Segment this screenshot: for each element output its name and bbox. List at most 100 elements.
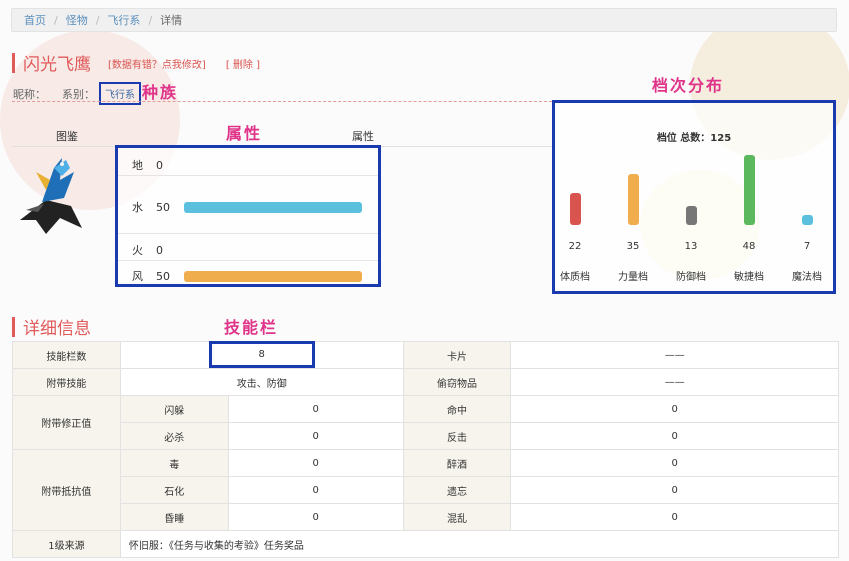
skills-label: 附带技能: [12, 368, 121, 396]
table-row: 附带修正值 闪躲 0 命中 0: [12, 395, 839, 450]
table-row: 附带抵抗值 毒 0 醉酒 0: [12, 449, 839, 531]
detail-title: 详细信息: [23, 319, 91, 339]
skill-slots-value: 8: [208, 341, 315, 368]
attribute-bar-track: [184, 160, 362, 171]
grade-label: 防御档: [676, 272, 706, 283]
table-row: 附带技能 攻击、防御 偷窃物品 ——: [12, 368, 839, 396]
stat-name: 醉酒: [402, 449, 512, 477]
attribute-name: 水: [132, 201, 143, 214]
stat-value: 0: [510, 449, 839, 477]
attribute-column-header: 属性: [352, 130, 374, 143]
grade-bar: [686, 206, 697, 225]
monster-image: [20, 158, 82, 234]
grade-label: 魔法档: [792, 272, 822, 283]
attribute-value: 50: [156, 200, 170, 214]
stat-value: 0: [227, 395, 404, 423]
stat-name: 石化: [119, 476, 229, 504]
delete-link[interactable]: [ 删除 ]: [226, 56, 260, 71]
monster-name: 闪光飞鹰: [23, 55, 91, 75]
card-value: ——: [510, 341, 839, 369]
title-accent-bar: [12, 52, 15, 73]
source-label: 1级来源: [12, 530, 121, 558]
image-column-header: 图鉴: [56, 130, 78, 143]
table-row: 技能栏数 8 卡片 ——: [12, 341, 839, 369]
stat-name: 必杀: [119, 422, 229, 450]
breadcrumb-home-link[interactable]: 首页: [24, 12, 46, 28]
grade-bar: [802, 214, 813, 225]
stat-value: 0: [510, 476, 839, 504]
grade-bar: [570, 192, 581, 225]
dashed-divider: [12, 101, 552, 102]
breadcrumb-current: 详情: [160, 14, 183, 27]
grade-label: 体质档: [560, 272, 590, 283]
skill-slots-label: 技能栏数: [12, 341, 121, 369]
attribute-row-fire: 火 0: [118, 242, 378, 258]
grade-value: 48: [742, 241, 756, 252]
breadcrumb-monster-link[interactable]: 怪物: [66, 12, 88, 28]
stat-name: 毒: [119, 449, 229, 477]
stat-name: 命中: [402, 395, 512, 423]
race-label: 系别：: [62, 87, 95, 101]
grade-value: 7: [803, 241, 811, 252]
attribute-name: 火: [132, 244, 143, 257]
breadcrumb-separator: /: [54, 13, 58, 27]
grade-value: 13: [684, 241, 698, 252]
attribute-value: 0: [156, 158, 163, 172]
source-value: 怀旧服：《任务与收集的考验》任务奖品: [119, 530, 840, 558]
attribute-bar-track: [184, 201, 362, 213]
steal-label: 偷窃物品: [402, 368, 512, 396]
nickname-label: 昵称：: [13, 87, 46, 101]
stat-value: 0: [510, 422, 839, 450]
table-row: 1级来源 怀旧服：《任务与收集的考验》任务奖品: [12, 530, 840, 558]
correction-label: 附带修正值: [12, 395, 121, 450]
attribute-panel: 地 0 水 50 火 0 风 50: [115, 145, 381, 287]
monster-title: 闪光飞鹰: [12, 50, 91, 75]
card-label: 卡片: [402, 341, 512, 369]
grade-bar: [744, 155, 755, 225]
attribute-row-water: 水 50: [118, 199, 378, 215]
annotation-attributes: 属性: [226, 124, 263, 143]
attribute-row-wind: 风 50: [118, 268, 378, 284]
grade-bar: [628, 173, 639, 225]
breadcrumb-separator: /: [148, 13, 153, 27]
detail-table: 技能栏数 8 卡片 —— 附带技能 攻击、防御 偷窃物品 —— 附带修正值 闪躲…: [12, 341, 840, 558]
stat-name: 闪躲: [119, 395, 229, 423]
row-divider: [118, 233, 378, 234]
grade-total: 档位 总数：125: [656, 133, 732, 144]
title-accent-bar: [12, 316, 15, 337]
stat-name: 混乱: [402, 503, 512, 531]
title-links: [数据有错？点我修改] [ 删除 ]: [108, 56, 260, 71]
attribute-row-earth: 地 0: [118, 157, 378, 173]
attribute-value: 50: [156, 269, 170, 283]
grade-value: 35: [626, 241, 640, 252]
table-row: 必杀 0 反击 0: [13, 422, 839, 450]
attribute-name: 风: [132, 270, 143, 283]
skills-value: 攻击、防御: [119, 368, 404, 396]
stat-value: 0: [227, 503, 404, 531]
stat-value: 0: [510, 503, 839, 531]
breadcrumb: 首页 / 怪物 / 飞行系 / 详情: [11, 8, 837, 32]
stat-name: 遗忘: [402, 476, 512, 504]
annotation-skill-slots: 技能栏: [224, 318, 279, 337]
stat-name: 反击: [402, 422, 512, 450]
annotation-race: 种族: [142, 83, 179, 102]
detail-section-title: 详细信息: [12, 314, 91, 339]
row-divider: [118, 260, 378, 261]
resist-label: 附带抵抗值: [12, 449, 121, 531]
attribute-name: 地: [132, 159, 143, 172]
stat-value: 0: [227, 476, 404, 504]
stat-value: 0: [227, 422, 404, 450]
attribute-bar-track: [184, 245, 362, 256]
stat-value: 0: [227, 449, 404, 477]
monster-detail-page: 首页 / 怪物 / 飞行系 / 详情 闪光飞鹰 [数据有错？点我修改] [ 删除…: [0, 0, 849, 561]
table-row: 昏睡 0 混乱 0: [13, 503, 839, 531]
annotation-grade-distribution: 档次分布: [652, 76, 725, 95]
breadcrumb-race-link[interactable]: 飞行系: [107, 12, 140, 28]
stat-name: 昏睡: [119, 503, 229, 531]
breadcrumb-separator: /: [95, 13, 100, 27]
steal-value: ——: [510, 368, 839, 396]
report-error-link[interactable]: [数据有错？点我修改]: [108, 56, 206, 71]
attribute-bar-fill: [184, 201, 362, 213]
row-divider: [118, 175, 378, 176]
attribute-bar-fill: [184, 270, 362, 282]
